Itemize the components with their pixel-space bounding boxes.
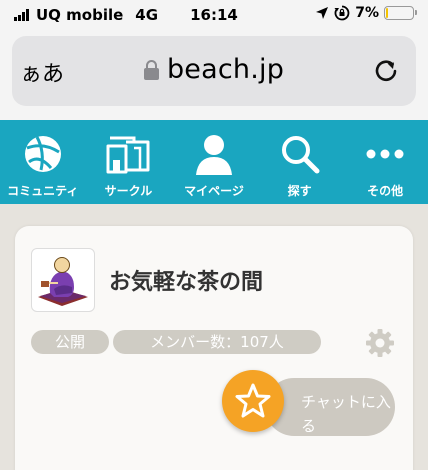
orientation-lock-icon [334,5,350,21]
nav-label: 探す [287,184,312,198]
nav-item-circle[interactable]: サークル [86,120,172,204]
enter-chat-button[interactable]: チャットに入る [265,378,395,436]
community-icon [24,136,61,172]
chat-star-button[interactable] [222,370,284,432]
url-host: beach.jp [166,54,285,85]
search-icon [281,136,320,174]
address-bar[interactable]: ぁあ beach.jp [12,36,416,106]
status-indicators: 7% [315,5,417,21]
nav-item-more[interactable]: その他 [342,120,428,204]
next-card-edge [0,462,428,470]
circle-card: お気軽な茶の間 公開 メンバー数：107人 チャットに入る [15,226,413,470]
reload-icon[interactable] [372,57,400,85]
star-icon [235,383,271,418]
nav-item-mypage[interactable]: マイページ [171,120,257,204]
member-count-badge: メンバー数：107人 [113,330,321,354]
user-icon [195,135,232,175]
gear-icon[interactable] [365,328,395,358]
battery-icon [384,6,417,20]
nav-item-search[interactable]: 探す [257,120,343,204]
enter-chat-label: チャットに入る [301,393,391,435]
circle-icon [106,136,150,174]
battery-percent: 7% [355,5,379,21]
nav-label: マイページ [184,184,244,198]
tea-person-icon [38,257,88,306]
nav-item-community[interactable]: コミュニティ [0,120,86,204]
status-bar: UQ mobile 4G 16:14 7% [0,0,428,30]
nav-label: サークル [104,184,153,198]
lock-icon [143,59,159,80]
circle-thumbnail[interactable] [31,248,95,312]
site-nav: コミュニティ サークル マイページ 探す その他 [0,120,428,204]
url-display[interactable]: beach.jp [12,54,416,85]
nav-label: その他 [367,184,404,198]
location-icon [316,7,329,19]
nav-label: コミュニティ [7,184,79,198]
more-icon [366,149,404,159]
circle-title: お気軽な茶の間 [109,270,264,295]
browser-toolbar: ぁあ beach.jp [0,30,428,120]
visibility-badge: 公開 [31,330,109,354]
